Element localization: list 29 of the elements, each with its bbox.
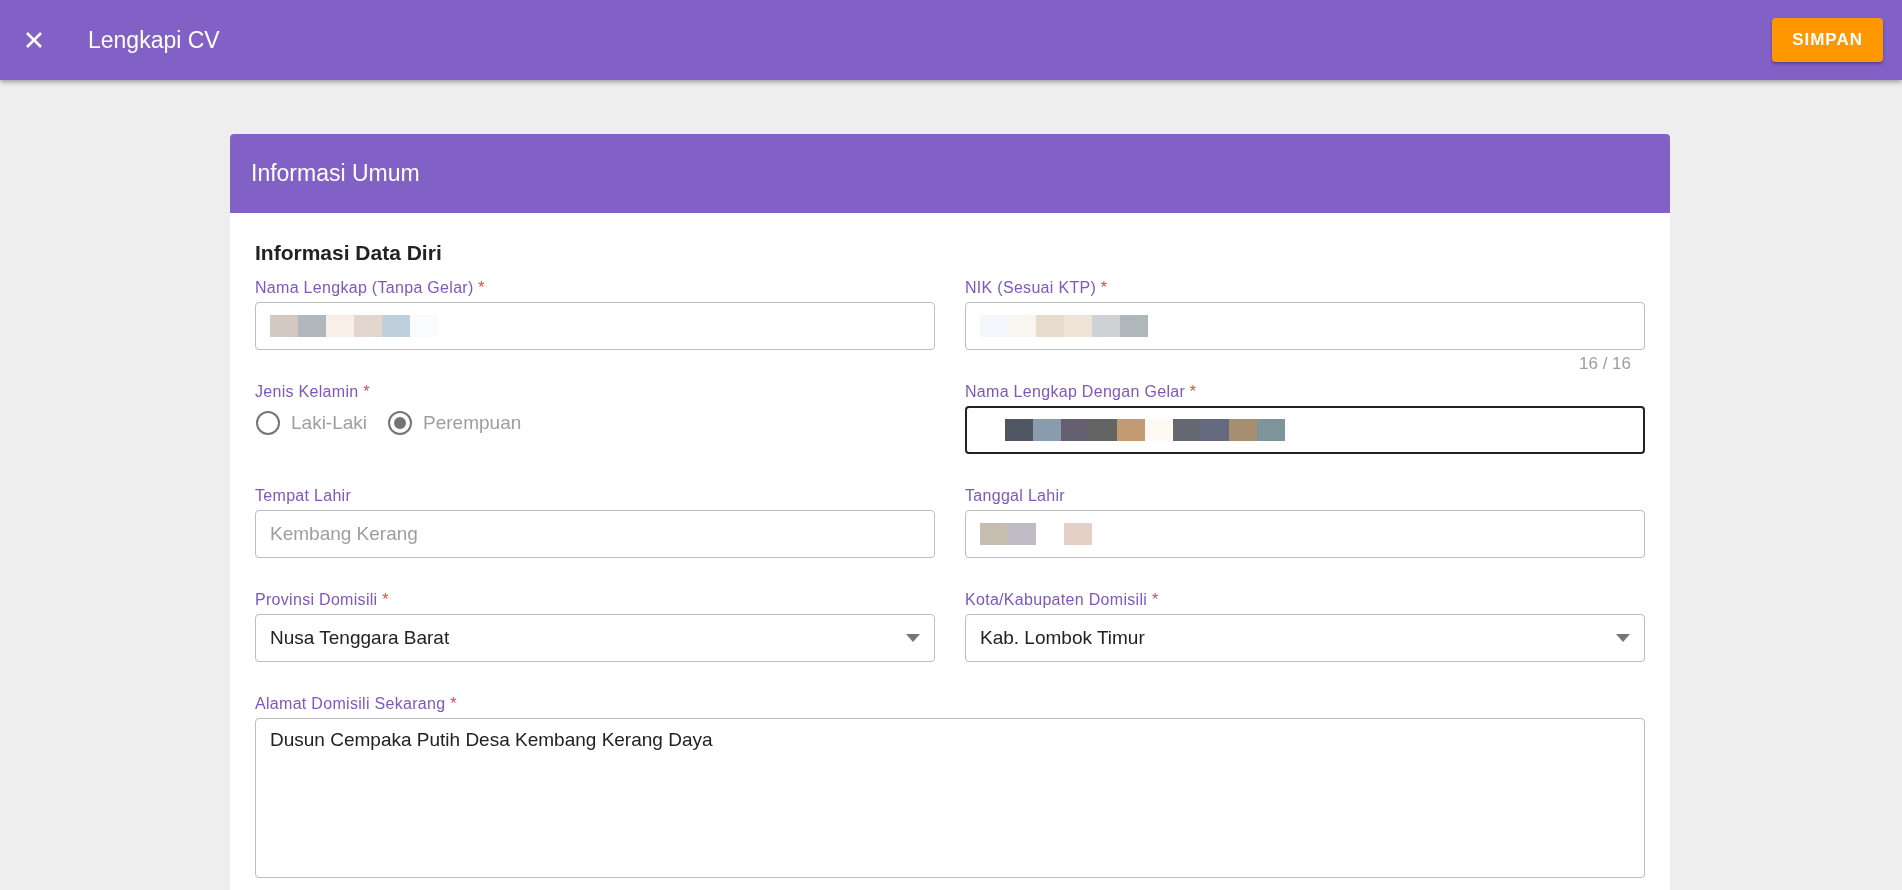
dropdown-caret-icon: [1616, 634, 1630, 642]
field-label: Jenis Kelamin *: [255, 383, 371, 401]
input-field[interactable]: [965, 302, 1645, 350]
select-field[interactable]: Nusa Tenggara Barat: [255, 614, 935, 662]
save-button[interactable]: SIMPAN: [1772, 18, 1883, 62]
field-label: Alamat Domisili Sekarang *: [255, 695, 458, 713]
app-bar-title: Lengkapi CV: [88, 26, 221, 54]
section-title: Informasi Data Diri: [255, 241, 443, 265]
field-label: Nama Lengkap (Tanpa Gelar) *: [255, 279, 486, 297]
field-label: Tempat Lahir: [255, 487, 353, 505]
input-field[interactable]: Kembang Kerang: [255, 510, 935, 558]
input-field[interactable]: [965, 510, 1645, 558]
radio-option[interactable]: Perempuan: [387, 410, 522, 436]
select-field[interactable]: Kab. Lombok Timur: [965, 614, 1645, 662]
textarea-field[interactable]: Dusun Cempaka Putih Desa Kembang Kerang Daya: [255, 718, 1645, 878]
radio-checked-icon[interactable]: [387, 410, 414, 436]
input-field[interactable]: [965, 406, 1645, 454]
input-field[interactable]: [255, 302, 935, 350]
character-counter: 16 / 16: [1579, 354, 1631, 374]
radio-unchecked-icon[interactable]: [255, 410, 281, 436]
radio-option[interactable]: Laki-Laki: [255, 410, 368, 436]
placeholder-text: Kembang Kerang: [270, 523, 418, 545]
card-header: Informasi Umum: [230, 134, 1670, 213]
field-label: Kota/Kabupaten Domisili *: [965, 591, 1160, 609]
field-label: Tanggal Lahir: [965, 487, 1066, 505]
field-label: NIK (Sesuai KTP) *: [965, 279, 1109, 297]
dropdown-caret-icon: [906, 634, 920, 642]
field-label: Provinsi Domisili *: [255, 591, 390, 609]
field-label: Nama Lengkap Dengan Gelar *: [965, 383, 1198, 401]
